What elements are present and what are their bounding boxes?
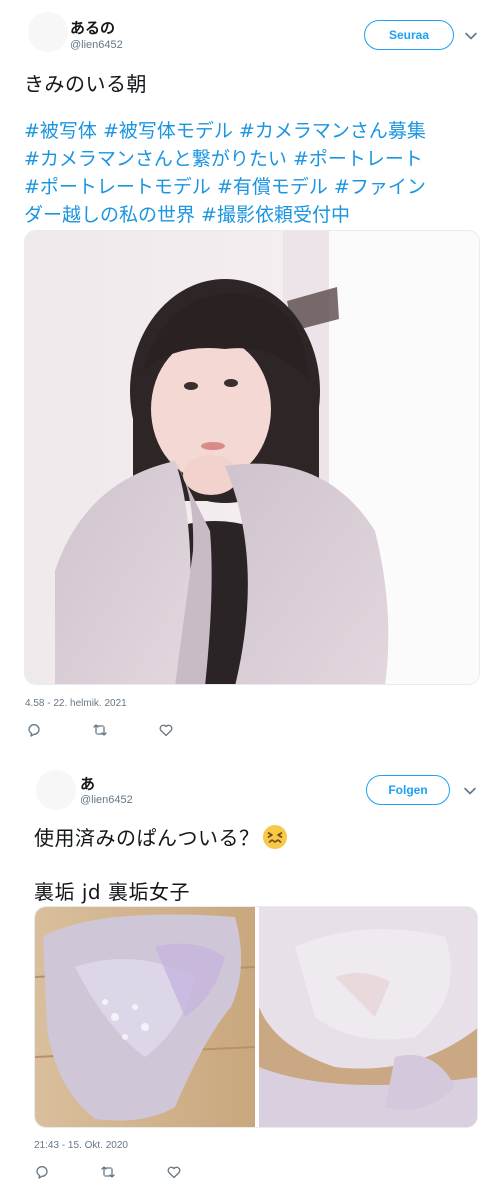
clothing-photos-image [35, 907, 477, 1127]
chevron-down-icon[interactable] [464, 29, 478, 43]
hashtag-line[interactable]: #被写体 #被写体モデル #カメラマンさん募集 [24, 117, 494, 145]
reply-icon[interactable] [26, 722, 44, 740]
retweet-icon[interactable] [92, 722, 110, 740]
tweet-text: 使用済みのぱんついる？ [34, 822, 288, 851]
timestamp[interactable]: 4.58 - 22. helmik. 2021 [25, 698, 127, 709]
reply-icon[interactable] [34, 1164, 52, 1182]
tweet-photo[interactable] [34, 906, 478, 1128]
like-icon[interactable] [166, 1164, 184, 1182]
tweet-text: きみのいる朝 [24, 72, 147, 96]
author-name[interactable]: あるの [70, 17, 115, 38]
like-icon[interactable] [158, 722, 176, 740]
avatar[interactable] [36, 770, 76, 810]
author-handle[interactable]: @lien6452 [70, 39, 123, 51]
hashtags: #被写体 #被写体モデル #カメラマンさん募集 #カメラマンさんと繋がりたい #… [24, 117, 494, 229]
timestamp[interactable]: 21:43 - 15. Okt. 2020 [34, 1140, 128, 1151]
retweet-icon[interactable] [100, 1164, 118, 1182]
follow-button[interactable]: Folgen [366, 775, 450, 805]
hashtag-line[interactable]: ダー越しの私の世界 #撮影依頼受付中 [24, 201, 494, 229]
tweet-photo[interactable] [24, 230, 480, 685]
avatar[interactable] [28, 12, 68, 52]
hashtag-line[interactable]: #ポートレートモデル #有償モデル #ファイン [24, 173, 494, 201]
follow-button[interactable]: Seuraa [364, 20, 454, 50]
confounded-face-icon [262, 824, 288, 850]
action-bar [34, 1164, 232, 1182]
tweet-card-2: あ @lien6452 Folgen 使用済みのぱんついる？ 裏垢 jd 裏垢女… [0, 754, 504, 1200]
chevron-down-icon[interactable] [463, 784, 477, 798]
author-name[interactable]: あ [80, 773, 95, 794]
action-bar [26, 722, 224, 740]
author-handle[interactable]: @lien6452 [80, 794, 133, 806]
tweet-card-1: あるの @lien6452 Seuraa きみのいる朝 #被写体 #被写体モデル… [0, 0, 504, 748]
tags-line: 裏垢 jd 裏垢女子 [34, 880, 190, 904]
hashtag-line[interactable]: #カメラマンさんと繋がりたい #ポートレート [24, 145, 494, 173]
portrait-photo-image [25, 231, 479, 684]
